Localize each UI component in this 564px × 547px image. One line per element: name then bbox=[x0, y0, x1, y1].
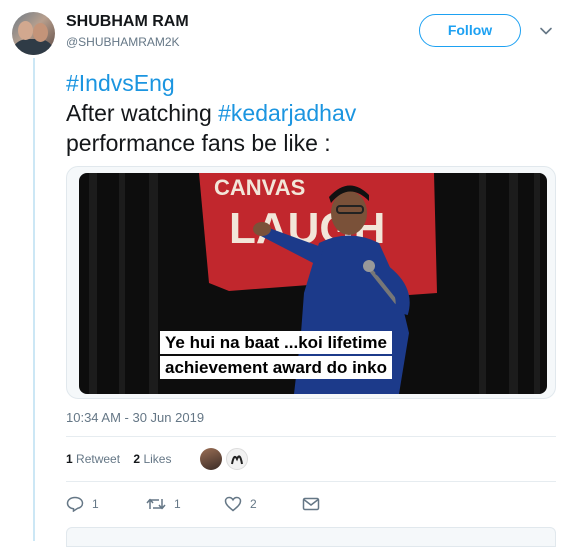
likes-count[interactable]: 2 bbox=[133, 452, 140, 466]
sign-text: CANVAS bbox=[214, 175, 305, 200]
hashtag-link[interactable]: #kedarjadhav bbox=[218, 100, 356, 126]
heart-icon bbox=[224, 496, 242, 512]
caption-line-2: achievement award do inko bbox=[160, 356, 392, 379]
reply-count: 1 bbox=[92, 497, 99, 511]
likes-label[interactable]: Likes bbox=[143, 452, 171, 466]
tweet-text: #IndvsEng After watching #kedarjadhav pe… bbox=[66, 68, 536, 158]
like-action[interactable]: 2 bbox=[224, 495, 257, 513]
avatar[interactable] bbox=[12, 12, 55, 55]
retweet-icon bbox=[146, 498, 166, 510]
direct-message-action[interactable] bbox=[302, 495, 320, 513]
retweet-action[interactable]: 1 bbox=[146, 495, 181, 513]
reply-preview-card[interactable] bbox=[66, 527, 556, 547]
reply-icon bbox=[66, 496, 84, 512]
thread-line bbox=[33, 58, 35, 541]
user-handle[interactable]: @SHUBHAMRAM2K bbox=[66, 35, 180, 49]
follow-button[interactable]: Follow bbox=[419, 14, 521, 47]
reply-action[interactable]: 1 bbox=[66, 495, 99, 513]
liker-avatar[interactable] bbox=[226, 448, 248, 470]
tweet-image[interactable]: CANVAS LAUGH Ye hui na baat ...koi lifet… bbox=[79, 173, 547, 394]
like-count: 2 bbox=[250, 497, 257, 511]
retweets-count[interactable]: 1 bbox=[66, 452, 73, 466]
tweet-text-part: performance fans be like : bbox=[66, 130, 331, 156]
divider bbox=[66, 436, 556, 437]
hashtag-link[interactable]: #IndvsEng bbox=[66, 70, 175, 96]
meme-caption: Ye hui na baat ...koi lifetime achieveme… bbox=[160, 330, 392, 380]
divider bbox=[66, 481, 556, 482]
caption-line-1: Ye hui na baat ...koi lifetime bbox=[160, 331, 392, 354]
retweets-label[interactable]: Retweet bbox=[76, 452, 120, 466]
engagement-stats: 1 Retweet 2 Likes bbox=[66, 452, 171, 466]
retweet-count: 1 bbox=[174, 497, 181, 511]
display-name[interactable]: SHUBHAM RAM bbox=[66, 13, 189, 31]
media-card[interactable]: CANVAS LAUGH Ye hui na baat ...koi lifet… bbox=[66, 166, 556, 399]
envelope-icon bbox=[302, 497, 320, 511]
tweet-text-part: After watching bbox=[66, 100, 219, 126]
liker-avatar[interactable] bbox=[200, 448, 222, 470]
chevron-down-icon[interactable] bbox=[539, 24, 553, 38]
tweet-timestamp[interactable]: 10:34 AM - 30 Jun 2019 bbox=[66, 410, 204, 425]
